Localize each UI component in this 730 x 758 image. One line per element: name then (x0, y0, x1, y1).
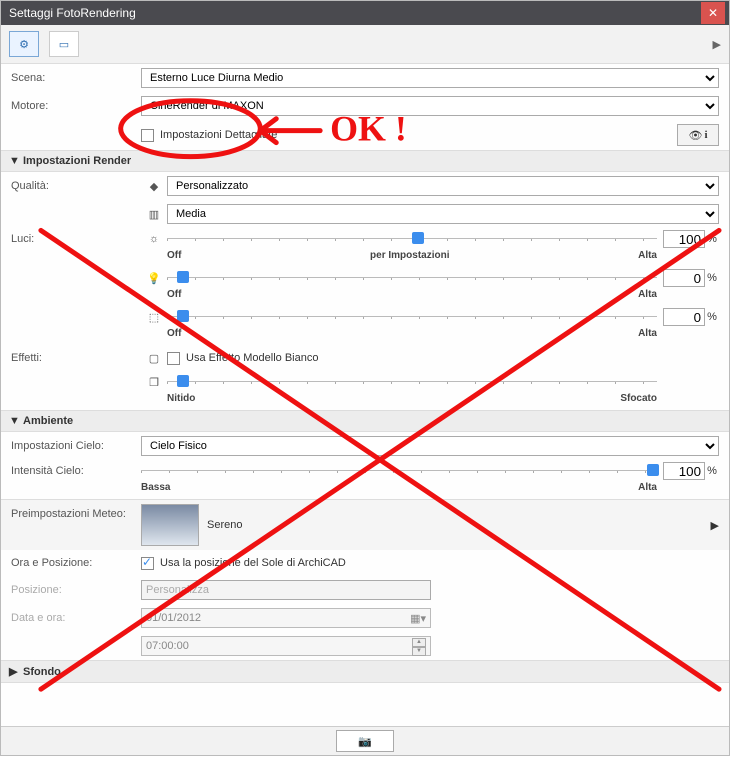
meteo-label: Preimpostazioni Meteo: (11, 504, 141, 520)
impostazioni-dettagliate-checkbox[interactable] (141, 129, 154, 142)
settings-tab[interactable]: ⚙ (9, 31, 39, 57)
qualita-label: Qualità: (11, 180, 141, 192)
window-title: Settaggi FotoRendering (9, 1, 136, 25)
quality-icon: ◆ (150, 180, 158, 193)
data-ora-label: Data e ora: (11, 612, 141, 624)
sun-icon: ☼ (149, 233, 159, 245)
time-stepper: ▲▼ (412, 638, 426, 654)
scena-label: Scena: (11, 72, 141, 84)
lamp-icon: ⬚ (149, 311, 159, 324)
meteo-more[interactable]: ▶ (711, 519, 719, 532)
chevron-down-icon: ▼ (9, 415, 19, 427)
calendar-icon: ▦▾ (410, 612, 426, 625)
info-icon: i (704, 129, 707, 141)
luci1-value[interactable] (663, 230, 705, 248)
qualita-sub-select[interactable]: Media (167, 204, 719, 224)
effetti-label: Effetti: (11, 352, 141, 364)
luci3-slider[interactable] (167, 308, 657, 326)
size-tab[interactable]: ▭ (49, 31, 79, 57)
qualita-select[interactable]: Personalizzato (167, 176, 719, 196)
cog-icon: ⚙ (19, 38, 29, 51)
info-button[interactable]: 👁 i (677, 124, 719, 146)
luci2-slider[interactable] (167, 269, 657, 287)
square-icon: ▢ (149, 352, 159, 365)
intensita-cielo-label: Intensità Cielo: (11, 465, 141, 477)
effetti2-slider[interactable] (167, 373, 657, 391)
pct: % (705, 233, 719, 245)
ambiente-header[interactable]: ▼ Ambiente (1, 410, 729, 432)
posizione-sole-checkbox[interactable] (141, 557, 154, 570)
luci1-slider[interactable] (167, 230, 657, 248)
chevron-right-icon: ▶ (9, 665, 19, 678)
effetto-bianco-checkbox[interactable] (167, 352, 180, 365)
sfondo-header[interactable]: ▶ Sfondo (1, 660, 729, 683)
overlap-icon: ❐ (149, 376, 159, 389)
cielo-select[interactable]: Cielo Fisico (141, 436, 719, 456)
toolbar-more[interactable]: ▶ (713, 38, 721, 51)
ora-posizione-label: Ora e Posizione: (11, 557, 141, 569)
render-button[interactable]: 📷 (336, 730, 394, 752)
meteo-value: Sereno (207, 519, 242, 531)
posizione-sole-label: Usa la posizione del Sole di ArchiCAD (160, 557, 346, 569)
intensita-cielo-value[interactable] (663, 462, 705, 480)
impostazioni-render-header[interactable]: ▼ Impostazioni Render (1, 150, 729, 172)
luci3-value[interactable] (663, 308, 705, 326)
intensita-cielo-slider[interactable] (141, 462, 657, 480)
close-button[interactable]: ✕ (701, 2, 725, 24)
motore-select[interactable]: CineRender di MAXON (141, 96, 719, 116)
effetto-bianco-label: Usa Effetto Modello Bianco (186, 352, 318, 364)
meteo-preview[interactable] (141, 504, 199, 546)
posizione-label: Posizione: (11, 584, 141, 596)
scena-select[interactable]: Esterno Luce Diurna Medio (141, 68, 719, 88)
bulb-icon: 💡 (147, 272, 161, 285)
impostazioni-dettagliate-label: Impostazioni Dettagliate (160, 129, 277, 141)
camera-icon: 📷 (358, 735, 372, 748)
time-input: 07:00:00 ▲▼ (141, 636, 431, 656)
shadow-icon: ▥ (149, 208, 159, 221)
luci-label: Luci: (11, 233, 141, 245)
date-input: 01/01/2012 ▦▾ (141, 608, 431, 628)
cielo-label: Impostazioni Cielo: (11, 440, 141, 452)
frame-icon: ▭ (59, 38, 69, 51)
luci2-value[interactable] (663, 269, 705, 287)
motore-label: Motore: (11, 100, 141, 112)
eye-icon: 👁 (688, 129, 702, 142)
posizione-input (141, 580, 431, 600)
chevron-down-icon: ▼ (9, 155, 19, 167)
